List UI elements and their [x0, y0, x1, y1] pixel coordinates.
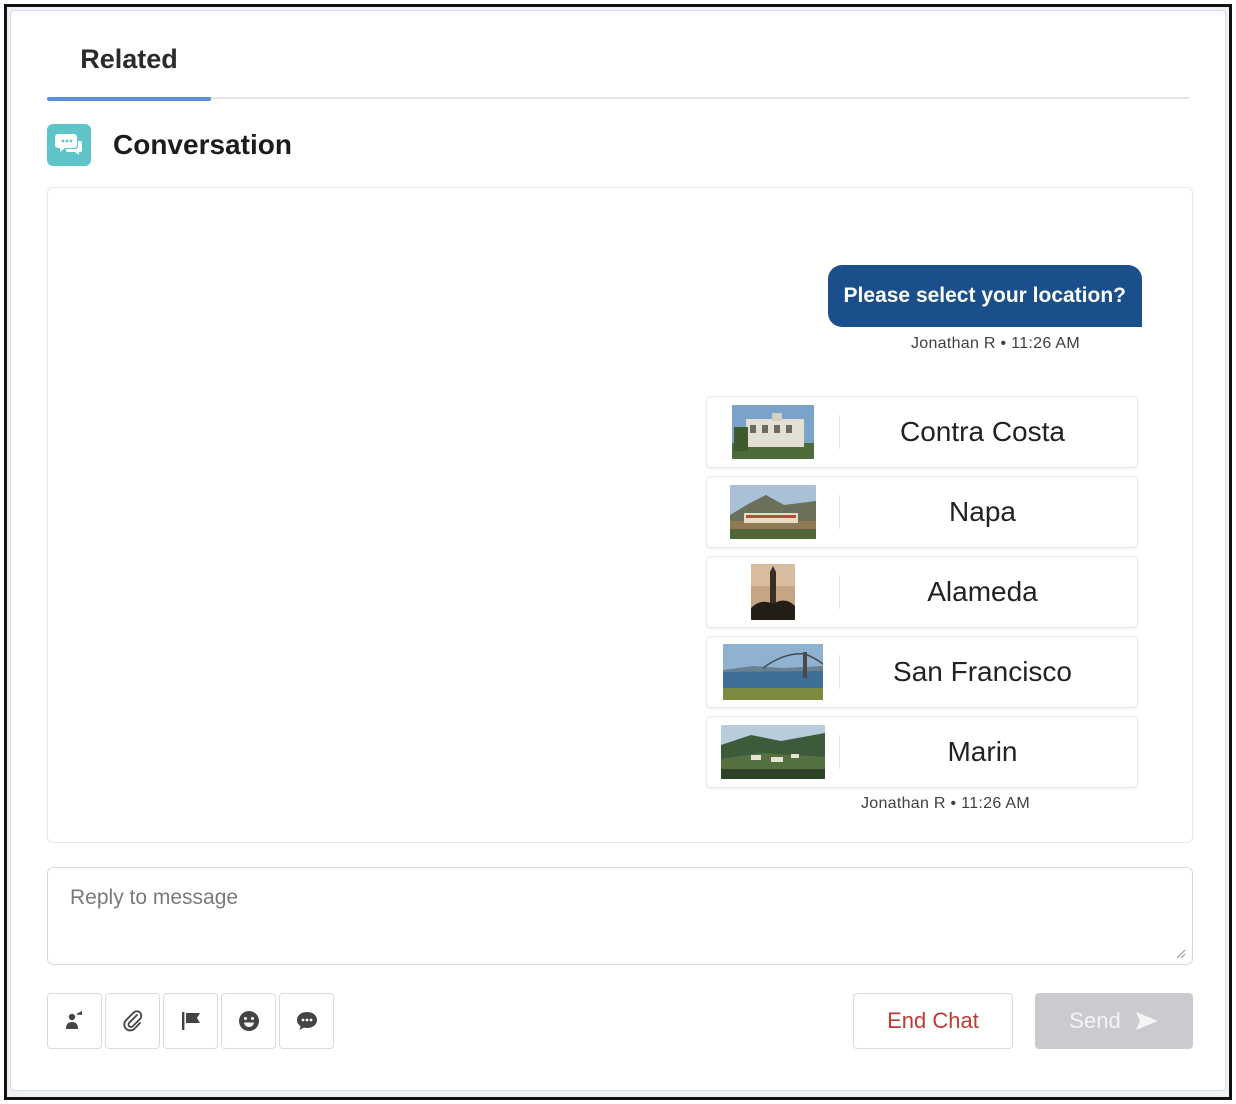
- resize-handle-icon[interactable]: [1174, 947, 1186, 959]
- conversation-panel: Related Conversation Please select your …: [10, 10, 1226, 1091]
- send-arrow-icon: [1135, 1012, 1158, 1030]
- transfer-button[interactable]: [47, 993, 102, 1049]
- location-option-label: Marin: [947, 736, 1018, 767]
- composer-toolbar: [47, 993, 334, 1049]
- flag-button[interactable]: [163, 993, 218, 1049]
- location-option-napa[interactable]: Napa: [706, 476, 1138, 548]
- location-option-contra-costa[interactable]: Contra Costa: [706, 396, 1138, 468]
- transfer-icon: [65, 1011, 82, 1029]
- chat-transcript[interactable]: Please select your location? Jonathan R …: [47, 187, 1193, 843]
- location-option-label: Napa: [949, 496, 1016, 527]
- marin-hills-photo: [721, 725, 825, 779]
- attach-file-button[interactable]: [105, 993, 160, 1049]
- location-options-list: Contra Costa Napa Alameda San Francisco …: [706, 396, 1138, 796]
- quick-text-button[interactable]: [279, 993, 334, 1049]
- send-button-label: Send: [1069, 1008, 1121, 1033]
- window-frame: Related Conversation Please select your …: [4, 4, 1232, 1100]
- end-chat-button[interactable]: End Chat: [853, 993, 1013, 1049]
- options-meta: Jonathan R • 11:26 AM: [860, 795, 1030, 812]
- attachment-icon: [122, 1010, 142, 1032]
- quick-text-icon: [296, 1012, 317, 1030]
- emoji-icon: [238, 1011, 259, 1031]
- san-francisco-bay-bridge-photo: [723, 644, 823, 700]
- tab-related[interactable]: Related: [47, 11, 211, 101]
- section-header: Conversation: [47, 123, 292, 167]
- section-title: Conversation: [113, 129, 292, 160]
- flag-icon: [181, 1012, 200, 1030]
- active-tab-indicator: [47, 97, 211, 101]
- location-option-marin[interactable]: Marin: [706, 716, 1138, 788]
- location-option-label: Contra Costa: [900, 416, 1065, 447]
- tab-related-label: Related: [80, 43, 178, 74]
- location-option-label: San Francisco: [893, 656, 1072, 687]
- tab-bar: Related: [47, 11, 1189, 101]
- agent-message-bubble: Please select your location?: [827, 265, 1142, 327]
- message-meta: Jonathan R • 11:26 AM: [910, 335, 1080, 352]
- emoji-button[interactable]: [221, 993, 276, 1049]
- location-option-alameda[interactable]: Alameda: [706, 556, 1138, 628]
- location-option-san-francisco[interactable]: San Francisco: [706, 636, 1138, 708]
- napa-hills-photo: [730, 485, 816, 539]
- chat-bubbles-icon: [47, 124, 91, 166]
- reply-input[interactable]: [48, 868, 1192, 964]
- alameda-tower-photo: [751, 564, 795, 620]
- send-button[interactable]: Send: [1035, 993, 1193, 1049]
- location-option-label: Alameda: [927, 576, 1038, 607]
- contra-costa-building-photo: [732, 405, 814, 459]
- reply-box: [47, 867, 1193, 965]
